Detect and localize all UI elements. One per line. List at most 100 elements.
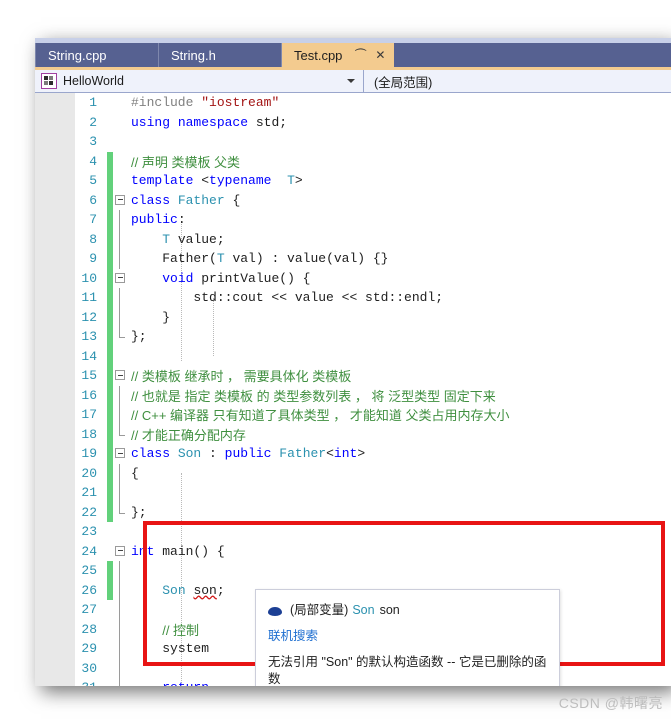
tab-label: Test.cpp: [294, 47, 343, 63]
code-line[interactable]: 9 Father(T val) : value(val) {}: [35, 249, 671, 269]
code-line[interactable]: 19 class Son : public Father<int>: [35, 444, 671, 464]
line-number: 25: [81, 563, 97, 579]
line-number: 15: [81, 368, 97, 384]
line-number: 17: [81, 407, 97, 423]
code-line[interactable]: 5 template <typename T>: [35, 171, 671, 191]
code-line[interactable]: 10 void printValue() {: [35, 268, 671, 289]
code-line[interactable]: 22};: [35, 502, 671, 523]
code-text: {: [131, 465, 139, 481]
code-text: // 声明 类模板 父类: [131, 154, 241, 170]
fold-guide: [113, 93, 129, 113]
code-text: };: [131, 504, 147, 520]
fold-guide: [113, 658, 129, 679]
line-number: 6: [89, 192, 97, 208]
tooltip-kind: (局部变量): [290, 603, 349, 617]
tab-string-h[interactable]: String.h: [159, 43, 282, 67]
code-line[interactable]: 18 // 才能正确分配内存: [35, 424, 671, 444]
line-number: 7: [89, 212, 97, 228]
fold-guide: [113, 463, 129, 484]
code-line[interactable]: 23: [35, 522, 671, 542]
code-line[interactable]: 24 int main() {: [35, 542, 671, 562]
tab-label: String.cpp: [48, 47, 107, 63]
fold-guide: [113, 619, 129, 640]
line-number: 12: [81, 309, 97, 325]
member-scope-label: (全局范围): [374, 75, 433, 90]
code-text: T value;: [162, 231, 225, 247]
line-number: 1: [89, 95, 97, 111]
code-line[interactable]: 21: [35, 483, 671, 503]
code-line[interactable]: 12 }: [35, 307, 671, 327]
code-line[interactable]: 14: [35, 346, 671, 367]
code-line[interactable]: 7 public:: [35, 210, 671, 230]
code-text: // 也就是 指定 类模板 的 类型参数列表 ， 将 泛型类型 固定下来: [131, 388, 496, 404]
chevron-down-icon[interactable]: [347, 79, 355, 83]
fold-guide: [113, 483, 129, 503]
fold-toggle-icon[interactable]: [113, 191, 129, 211]
fold-toggle-icon[interactable]: [113, 269, 129, 289]
project-scope-label: HelloWorld: [63, 74, 124, 88]
code-line[interactable]: 3: [35, 132, 671, 152]
close-icon[interactable]: ✕: [374, 49, 386, 61]
member-scope-dropdown[interactable]: (全局范围): [364, 70, 671, 92]
line-number: 21: [81, 485, 97, 501]
fold-guide: [113, 600, 129, 620]
code-text: }: [162, 309, 171, 325]
code-line[interactable]: 15 // 类模板 继承时 ， 需要具体化 类模板: [35, 366, 671, 386]
line-number: 11: [81, 290, 97, 306]
line-number: 19: [81, 446, 97, 462]
pin-icon[interactable]: ⏜: [354, 49, 367, 61]
tooltip-type: Son: [352, 603, 375, 617]
code-line[interactable]: 4 // 声明 类模板 父类: [35, 151, 671, 172]
line-number: 13: [81, 329, 97, 345]
fold-guide: [113, 678, 129, 686]
line-number: 30: [81, 660, 97, 676]
ide-window: String.cpp String.h Test.cpp ⏜ ✕ HelloWo…: [35, 38, 671, 686]
code-line[interactable]: 20 {: [35, 463, 671, 484]
line-number: 3: [89, 134, 97, 150]
line-number: 24: [81, 543, 97, 559]
code-line[interactable]: 17 // C++ 编译器 只有知道了具体类型 ， 才能知道 父类占用内存大小: [35, 405, 671, 425]
code-line[interactable]: 2 using namespace std;: [35, 113, 671, 133]
code-line[interactable]: 8 T value;: [35, 229, 671, 250]
line-number: 31: [35, 680, 107, 686]
code-text: Father(T val) : value(val) {}: [162, 251, 389, 267]
fold-guide: [113, 327, 129, 347]
line-number: 5: [89, 173, 97, 189]
tooltip-signature-row: (局部变量) Son son: [268, 602, 547, 619]
line-number: 22: [81, 504, 97, 520]
code-text: template <typename T>: [131, 173, 303, 189]
project-scope-dropdown[interactable]: HelloWorld: [35, 70, 364, 92]
fold-guide: [113, 229, 129, 250]
code-text: // 才能正确分配内存: [131, 427, 246, 443]
fold-toggle-icon[interactable]: [113, 542, 129, 562]
code-text: std::cout << value << std::endl;: [193, 290, 444, 306]
line-number: 8: [89, 231, 97, 247]
tooltip-error-message: 无法引用 "Son" 的默认构造函数 -- 它是已删除的函数: [268, 654, 547, 686]
fold-guide: [113, 347, 129, 367]
editor-tab-strip: String.cpp String.h Test.cpp ⏜ ✕: [35, 43, 671, 67]
fold-toggle-icon[interactable]: [113, 444, 129, 464]
line-number: 29: [81, 641, 97, 657]
fold-guide: [113, 385, 129, 406]
tab-string-cpp[interactable]: String.cpp: [35, 43, 159, 67]
code-text: #include "iostream": [131, 95, 280, 111]
fold-toggle-icon[interactable]: [113, 366, 129, 386]
code-text: class Son : public Father<int>: [131, 446, 366, 462]
line-number: 10: [81, 270, 97, 286]
online-search-link-1[interactable]: 联机搜索: [268, 625, 547, 644]
code-line[interactable]: 11 std::cout << value << std::endl;: [35, 288, 671, 308]
fold-guide: [113, 502, 129, 523]
code-line[interactable]: 6 class Father {: [35, 190, 671, 211]
code-line[interactable]: 1 #include "iostream": [35, 93, 671, 113]
fold-guide: [113, 152, 129, 172]
code-line[interactable]: 16 // 也就是 指定 类模板 的 类型参数列表 ， 将 泛型类型 固定下来: [35, 385, 671, 406]
fold-guide: [113, 405, 129, 425]
fold-guide: [113, 580, 129, 601]
tab-test-cpp[interactable]: Test.cpp ⏜ ✕: [282, 43, 395, 67]
code-line[interactable]: 13};: [35, 327, 671, 347]
code-line[interactable]: 25: [35, 561, 671, 581]
